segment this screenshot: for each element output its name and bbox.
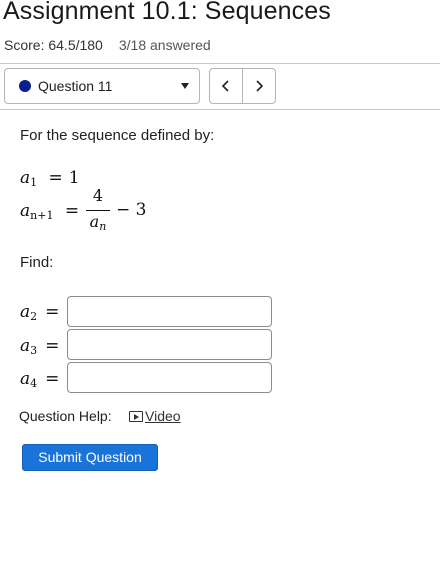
answer-label-a3: a3 =: [20, 336, 60, 357]
video-play-icon: [129, 410, 143, 422]
previous-question-button[interactable]: [209, 68, 243, 104]
answer-label-a4: a4 =: [20, 369, 60, 390]
find-label: Find:: [20, 254, 54, 271]
video-help-link[interactable]: Video: [129, 408, 181, 424]
fraction-denominator: an: [89, 212, 107, 233]
next-question-button[interactable]: [242, 68, 276, 104]
video-link-label: Video: [145, 408, 181, 424]
question-select-label: Question 11: [38, 78, 113, 94]
formula-tail: − 3: [116, 200, 147, 220]
answer-input-a4[interactable]: [67, 362, 272, 393]
assignment-title: Assignment 10.1: Sequences: [3, 0, 331, 25]
recursive-formula-lhs: an+1 =: [20, 201, 80, 222]
fraction-bar: [86, 210, 110, 211]
question-status-dot: [19, 80, 31, 92]
answer-input-a2[interactable]: [67, 296, 272, 327]
answered-count: 3/18 answered: [118, 37, 211, 53]
initial-term: a1 = 1: [20, 168, 80, 189]
divider-top: [0, 63, 440, 64]
question-prompt: For the sequence defined by:: [20, 127, 215, 144]
fraction-numerator: 4: [92, 186, 104, 205]
chevron-right-icon: [256, 80, 264, 92]
submit-question-button[interactable]: Submit Question: [22, 444, 158, 471]
score-text: Score: 64.5/180: [4, 37, 103, 53]
score-line: Score: 64.5/180 3/18 answered: [4, 37, 211, 53]
question-select[interactable]: Question 11: [4, 68, 200, 104]
dropdown-caret-icon: [181, 83, 189, 89]
chevron-left-icon: [221, 80, 229, 92]
divider-bottom: [0, 109, 440, 110]
answer-label-a2: a2 =: [20, 302, 60, 323]
question-help-label: Question Help:: [19, 408, 112, 424]
answer-input-a3[interactable]: [67, 329, 272, 360]
